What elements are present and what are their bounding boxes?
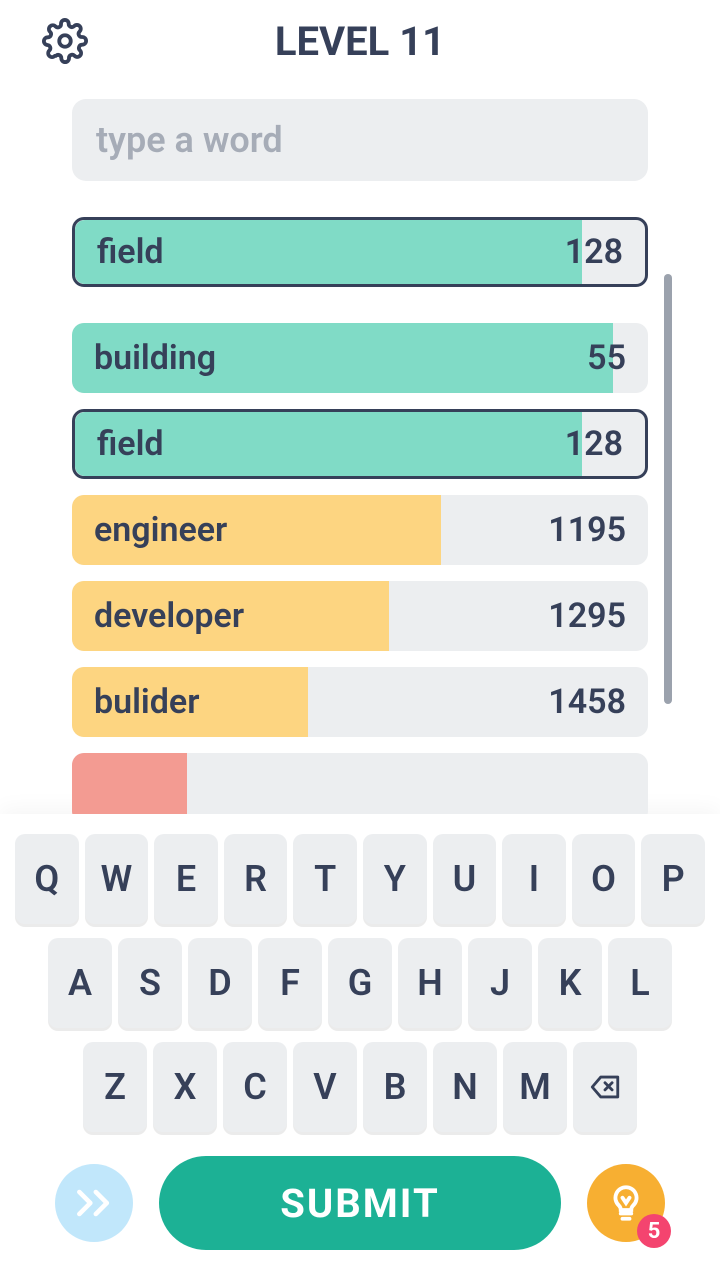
key-n[interactable]: N [433, 1042, 497, 1132]
hint-button[interactable]: 5 [587, 1164, 665, 1242]
key-m[interactable]: M [503, 1042, 567, 1132]
guess-word: field [97, 232, 164, 272]
keyboard-row-3: ZXCVBNM [15, 1042, 705, 1132]
guess-score: 128 [565, 424, 623, 464]
guess-score: 128 [565, 232, 623, 272]
key-j[interactable]: J [468, 938, 532, 1028]
key-p[interactable]: P [641, 834, 705, 924]
gear-icon [42, 18, 88, 64]
guess-word: field [97, 424, 164, 464]
submit-button[interactable]: SUBMIT [159, 1156, 561, 1250]
scrollbar[interactable] [664, 274, 672, 704]
keyboard-row-2: ASDFGHJKL [15, 938, 705, 1028]
word-input[interactable]: type a word [72, 99, 648, 181]
guess-row[interactable]: engineer 1195 [72, 495, 648, 565]
key-a[interactable]: A [48, 938, 112, 1028]
level-title: LEVEL 11 [275, 18, 445, 65]
key-d[interactable]: D [188, 938, 252, 1028]
guess-word: building [94, 338, 216, 378]
key-c[interactable]: C [223, 1042, 287, 1132]
guess-row[interactable]: building 55 [72, 323, 648, 393]
key-o[interactable]: O [572, 834, 636, 924]
key-s[interactable]: S [118, 938, 182, 1028]
bottom-bar: SUBMIT 5 [15, 1156, 705, 1270]
backspace-key[interactable] [573, 1042, 637, 1132]
settings-button[interactable] [42, 18, 88, 64]
hint-count-badge: 5 [637, 1214, 671, 1248]
guess-fill [72, 753, 187, 814]
skip-button[interactable] [55, 1164, 133, 1242]
header: LEVEL 11 [0, 0, 720, 74]
key-i[interactable]: I [502, 834, 566, 924]
key-f[interactable]: F [258, 938, 322, 1028]
guess-word: bulider [94, 682, 199, 722]
key-k[interactable]: K [538, 938, 602, 1028]
key-b[interactable]: B [363, 1042, 427, 1132]
guess-score: 55 [587, 338, 626, 378]
guess-score: 1295 [548, 596, 626, 636]
guess-row[interactable]: developer 1295 [72, 581, 648, 651]
backspace-icon [588, 1070, 622, 1104]
lightbulb-icon [605, 1182, 647, 1224]
key-y[interactable]: Y [363, 834, 427, 924]
key-l[interactable]: L [608, 938, 672, 1028]
guess-row[interactable]: bulider 1458 [72, 667, 648, 737]
fast-forward-icon [72, 1181, 116, 1225]
guess-score: 1195 [548, 510, 626, 550]
keyboard-area: QWERTYUIOP ASDFGHJKL ZXCVBNM SUBMIT 5 [0, 814, 720, 1280]
content-area: type a word field 128 building 55 field 128 en… [0, 74, 720, 814]
guess-row[interactable]: field 128 [72, 217, 648, 287]
key-v[interactable]: V [293, 1042, 357, 1132]
key-u[interactable]: U [433, 834, 497, 924]
guess-word: engineer [94, 510, 227, 550]
key-g[interactable]: G [328, 938, 392, 1028]
keyboard-row-1: QWERTYUIOP [15, 834, 705, 924]
guess-score: 1458 [548, 682, 626, 722]
key-w[interactable]: W [85, 834, 149, 924]
key-e[interactable]: E [154, 834, 218, 924]
key-q[interactable]: Q [15, 834, 79, 924]
key-h[interactable]: H [398, 938, 462, 1028]
key-z[interactable]: Z [83, 1042, 147, 1132]
key-x[interactable]: X [153, 1042, 217, 1132]
guess-row[interactable]: field 128 [72, 409, 648, 479]
key-r[interactable]: R [224, 834, 288, 924]
guess-row[interactable] [72, 753, 648, 814]
key-t[interactable]: T [293, 834, 357, 924]
guess-word: developer [94, 596, 244, 636]
